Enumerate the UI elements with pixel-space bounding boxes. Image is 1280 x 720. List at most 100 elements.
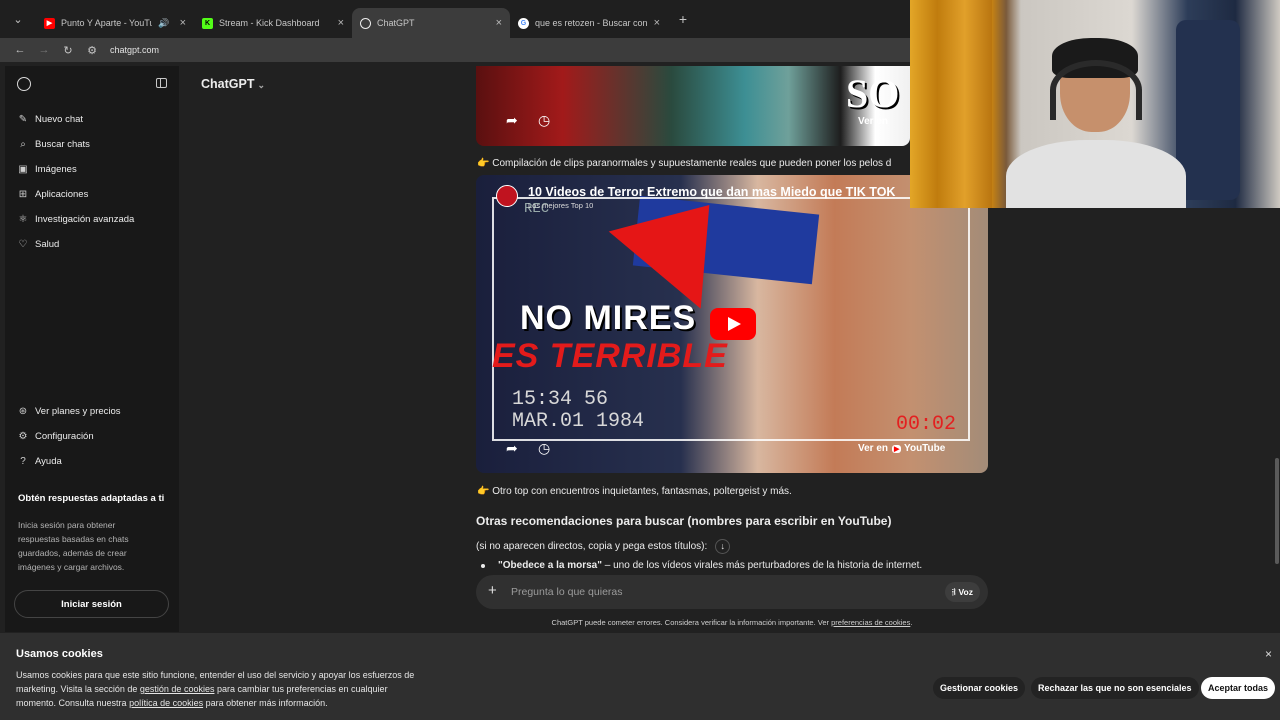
- cookie-title: Usamos cookies: [16, 648, 103, 660]
- tab-title: que es retozen - Buscar con Go: [535, 18, 648, 28]
- thumbnail-headline: NO MIRES: [520, 299, 697, 337]
- browser-tab[interactable]: K Stream - Kick Dashboard ×: [194, 8, 352, 38]
- sidebar: ✎ Nuevo chat ⌕ Buscar chats ▣ Imágenes ⊞…: [5, 66, 179, 632]
- cookie-policy-link[interactable]: política de cookies: [129, 698, 203, 708]
- search-icon: ⌕: [20, 139, 26, 150]
- webcam-person-body: [1006, 140, 1186, 208]
- sidebar-item-new-chat[interactable]: ✎ Nuevo chat: [17, 114, 83, 125]
- browser-tab[interactable]: ▶ Punto Y Aparte - YouTube 🔊 ×: [36, 8, 194, 38]
- browser-tab[interactable]: G que es retozen - Buscar con Go ×: [510, 8, 668, 38]
- webcam-overlay: [910, 0, 1280, 208]
- close-tab-icon[interactable]: ×: [496, 17, 502, 29]
- model-selector[interactable]: ChatGPT ⌄: [201, 77, 265, 91]
- toggle-sidebar-icon[interactable]: [156, 78, 167, 88]
- sidebar-item-images[interactable]: ▣ Imágenes: [17, 164, 76, 175]
- note-line: (si no aparecen directos, copia y pega e…: [476, 539, 731, 554]
- close-tab-icon[interactable]: ×: [654, 17, 660, 29]
- tab-title: ChatGPT: [377, 18, 415, 28]
- youtube-logo-icon: ▶: [892, 445, 902, 453]
- tab-title: Stream - Kick Dashboard: [219, 18, 320, 28]
- caption-1: 👉 Compilación de clips paranormales y su…: [477, 158, 892, 169]
- back-arrow-icon[interactable]: ←: [8, 44, 32, 56]
- chatgpt-favicon-icon: [360, 17, 371, 29]
- promo-text: Inicia sesión para obtener respuestas ba…: [18, 520, 129, 572]
- list-item-bold: "Obedece a la morsa": [498, 560, 602, 571]
- disclaimer: ChatGPT puede cometer errores. Considera…: [476, 618, 988, 627]
- close-tab-icon[interactable]: ×: [338, 17, 344, 29]
- tab-title: Punto Y Aparte - YouTube: [61, 18, 153, 28]
- browser-tab-active[interactable]: ChatGPT ×: [352, 8, 510, 38]
- plus-icon[interactable]: +: [488, 582, 497, 599]
- watch-later-icon[interactable]: ◷: [538, 112, 550, 129]
- share-icon[interactable]: ➦: [506, 112, 518, 129]
- heart-icon: ♡: [18, 239, 28, 250]
- close-icon[interactable]: ×: [1265, 647, 1272, 661]
- video-thumbnail-text: SO: [846, 71, 900, 116]
- prompt-input[interactable]: Pregunta lo que quieras: [511, 586, 623, 598]
- watch-on-youtube-label[interactable]: Ver en: [858, 116, 888, 127]
- share-icon[interactable]: ➦: [506, 440, 518, 457]
- forward-arrow-icon[interactable]: →: [32, 44, 56, 56]
- thumbnail-timestamp: 15:34 56 MAR.01 1984: [512, 388, 645, 433]
- voice-button[interactable]: ⦙⦚ Voz: [944, 582, 980, 602]
- list-item-text: – uno de los vídeos virales más perturba…: [601, 560, 923, 571]
- sidebar-item-label: Ayuda: [35, 456, 62, 467]
- kick-favicon-icon: K: [202, 17, 213, 29]
- sidebar-item-apps[interactable]: ⊞ Aplicaciones: [17, 189, 89, 200]
- video-title[interactable]: 10 Videos de Terror Extremo que dan mas …: [528, 185, 895, 199]
- sidebar-item-label: Nuevo chat: [35, 114, 84, 125]
- login-button[interactable]: Iniciar sesión: [14, 590, 169, 618]
- list-item: "Obedece a la morsa" – uno de los vídeos…: [480, 560, 923, 571]
- watch-on-youtube-link[interactable]: Ver en ▶ YouTube: [858, 443, 945, 454]
- channel-name[interactable]: Los mejores Top 10: [528, 201, 593, 210]
- sidebar-item-help[interactable]: ? Ayuda: [17, 456, 62, 467]
- url-field[interactable]: chatgpt.com: [110, 45, 159, 55]
- google-favicon-icon: G: [518, 17, 529, 29]
- site-settings-icon[interactable]: ⚙: [80, 44, 104, 57]
- watch-later-icon[interactable]: ◷: [538, 440, 550, 457]
- scroll-down-arrow-icon[interactable]: ↓: [715, 539, 731, 554]
- sidebar-item-deep-research[interactable]: ⚛ Investigación avanzada: [17, 214, 135, 225]
- reject-cookies-button[interactable]: Rechazar las que no son esenciales: [1031, 677, 1199, 699]
- caption-2: 👉 Otro top con encuentros inquietantes, …: [477, 486, 792, 497]
- webcam-curtain: [910, 0, 992, 208]
- manage-cookies-button[interactable]: Gestionar cookies: [933, 677, 1026, 699]
- youtube-embed-2[interactable]: REC 10 Videos de Terror Extremo que dan …: [476, 175, 988, 473]
- new-tab-button[interactable]: +: [668, 11, 698, 27]
- thumbnail-counter: 00:02: [896, 413, 957, 436]
- watch-on-label: Ver en: [858, 443, 889, 454]
- youtube-embed-1[interactable]: SO ➦ ◷ Ver en: [476, 66, 910, 146]
- reload-icon[interactable]: ↻: [56, 44, 80, 57]
- plans-icon: ⊛: [18, 406, 28, 417]
- play-button[interactable]: [710, 308, 756, 340]
- image-icon: ▣: [18, 164, 28, 175]
- voice-wave-icon: ⦙⦚: [951, 586, 956, 597]
- cookie-preferences-link[interactable]: preferencias de cookies: [831, 618, 910, 627]
- sidebar-item-label: Aplicaciones: [35, 189, 89, 200]
- disclaimer-end: .: [910, 618, 913, 627]
- sidebar-item-plans[interactable]: ⊛ Ver planes y precios: [17, 406, 121, 417]
- sidebar-item-health[interactable]: ♡ Salud: [17, 239, 60, 250]
- cookie-management-link[interactable]: gestión de cookies: [140, 684, 215, 694]
- accept-cookies-button[interactable]: Aceptar todas: [1201, 677, 1276, 699]
- sidebar-item-label: Ver planes y precios: [35, 406, 121, 417]
- youtube-favicon-icon: ▶: [44, 17, 55, 29]
- edit-icon: ✎: [18, 114, 28, 125]
- speaker-icon[interactable]: 🔊: [158, 18, 169, 29]
- openai-logo-icon[interactable]: [17, 77, 31, 91]
- channel-avatar[interactable]: [496, 185, 518, 207]
- tab-search-chevron-icon[interactable]: ⌄: [0, 0, 36, 38]
- cookie-banner: Usamos cookies Usamos cookies para que e…: [0, 633, 1280, 720]
- message-composer: + Pregunta lo que quieras ⦙⦚ Voz: [476, 575, 988, 609]
- close-tab-icon[interactable]: ×: [180, 17, 186, 29]
- sidebar-item-label: Buscar chats: [35, 139, 90, 150]
- sidebar-item-search-chats[interactable]: ⌕ Buscar chats: [17, 139, 90, 150]
- scrollbar-thumb[interactable]: [1275, 458, 1279, 564]
- help-icon: ?: [20, 456, 26, 467]
- chevron-down-icon: ⌄: [257, 80, 266, 90]
- cookie-text-3: para obtener más información.: [203, 698, 328, 708]
- model-label: ChatGPT: [201, 77, 255, 91]
- thumbnail-subheadline: ES TERRIBLE: [492, 337, 728, 375]
- sidebar-item-settings[interactable]: ⚙ Configuración: [17, 431, 94, 442]
- gear-icon: ⚙: [18, 431, 28, 442]
